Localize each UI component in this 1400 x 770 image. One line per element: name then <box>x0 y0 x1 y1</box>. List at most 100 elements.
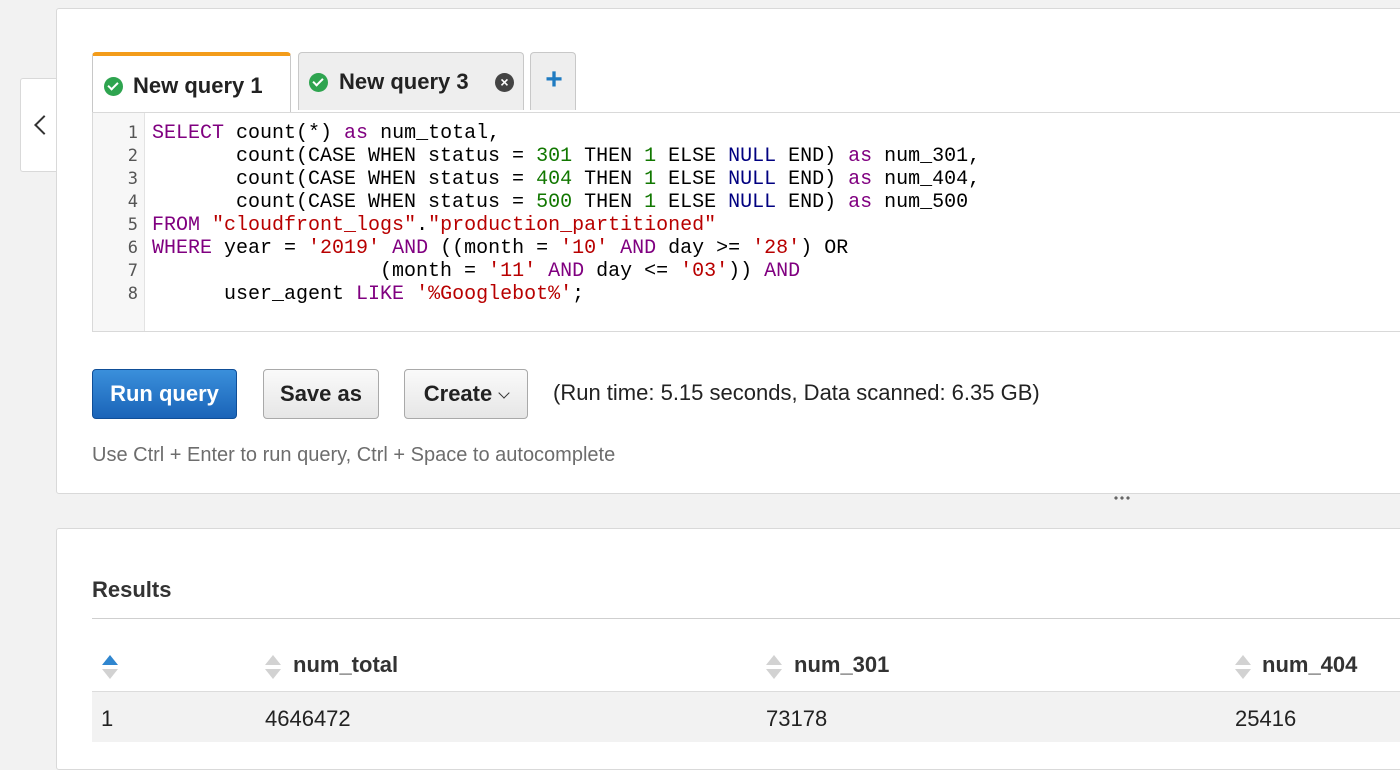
sql-editor[interactable]: 1 2 3 4 5 6 7 8 SELECT count(*) as num_total, c… <box>92 112 1400 332</box>
line-number: 6 <box>127 238 138 258</box>
code-token: 1 <box>644 168 657 191</box>
column-header-num-301[interactable]: num_301 <box>794 652 889 678</box>
code-token: '03' <box>680 260 729 283</box>
code-token: ) OR <box>800 237 849 260</box>
close-tab-icon[interactable]: × <box>495 73 514 92</box>
code-token: '11' <box>488 260 537 283</box>
line-number-gutter: 1 2 3 4 5 6 7 8 <box>93 113 145 331</box>
code-line: user_agent LIKE '%Googlebot%'; <box>152 283 980 306</box>
code-token: 1 <box>644 191 657 214</box>
chevron-down-icon <box>498 387 510 399</box>
code-token: 500 <box>536 191 573 214</box>
code-token: ELSE <box>656 168 729 191</box>
table-cell-row-number: 1 <box>101 706 114 731</box>
code-token: count(CASE WHEN status = <box>152 168 537 191</box>
table-cell-num-total: 4646472 <box>265 706 351 731</box>
sort-icon[interactable] <box>265 655 281 681</box>
code-token: 404 <box>536 168 573 191</box>
code-token: END) <box>776 145 849 168</box>
resize-handle-icon[interactable] <box>1113 496 1131 500</box>
tab-new-query-3[interactable]: New query 3 × <box>298 52 524 110</box>
line-number: 1 <box>127 123 138 143</box>
check-circle-icon <box>104 77 123 96</box>
code-token: count(CASE WHEN status = <box>152 191 537 214</box>
code-token: "production_partitioned" <box>428 214 717 237</box>
code-token: '28' <box>752 237 801 260</box>
new-tab-button[interactable]: + <box>530 52 576 110</box>
line-number: 4 <box>127 192 138 212</box>
tab-label: New query 3 <box>339 69 469 94</box>
line-number: 7 <box>127 261 138 281</box>
code-token: ; <box>572 283 585 306</box>
chevron-left-icon <box>34 115 54 135</box>
code-line: count(CASE WHEN status = 500 THEN 1 ELSE… <box>152 191 980 214</box>
create-button-label: Create <box>423 381 493 406</box>
sort-icon[interactable] <box>766 655 782 681</box>
save-as-button[interactable]: Save as <box>263 369 379 419</box>
code-token: "cloudfront_logs" <box>212 214 417 237</box>
sql-code[interactable]: SELECT count(*) as num_total, count(CASE… <box>152 122 980 306</box>
code-token: THEN <box>572 168 645 191</box>
collapse-sidebar-button[interactable] <box>20 78 57 172</box>
code-token: as <box>344 122 369 145</box>
code-token: LIKE <box>356 283 405 306</box>
code-token: THEN <box>572 145 645 168</box>
code-token: NULL <box>728 191 777 214</box>
code-token: WHERE <box>152 237 213 260</box>
code-token: num_500 <box>872 191 969 214</box>
sort-icon[interactable] <box>1235 655 1251 681</box>
code-token: user_agent <box>152 283 357 306</box>
code-token: AND <box>548 260 585 283</box>
tab-new-query-1[interactable]: New query 1 <box>92 52 291 114</box>
create-dropdown-button[interactable]: Create <box>404 369 528 419</box>
column-header-num-404[interactable]: num_404 <box>1262 652 1357 678</box>
column-header-num-total[interactable]: num_total <box>293 652 398 678</box>
run-query-button[interactable]: Run query <box>92 369 237 419</box>
code-line: count(CASE WHEN status = 301 THEN 1 ELSE… <box>152 145 980 168</box>
code-token: SELECT <box>152 122 225 145</box>
code-token: ELSE <box>656 191 729 214</box>
code-token: 301 <box>536 145 573 168</box>
code-token: as <box>848 145 873 168</box>
table-cell-num-301: 73178 <box>766 706 828 731</box>
code-token: num_301, <box>872 145 981 168</box>
sort-icon[interactable] <box>102 655 118 681</box>
line-number: 5 <box>127 215 138 235</box>
code-line: SELECT count(*) as num_total, <box>152 122 980 145</box>
code-token: 1 <box>644 145 657 168</box>
results-divider <box>92 618 1400 619</box>
check-circle-icon <box>309 73 328 92</box>
code-token: day >= <box>656 237 753 260</box>
code-token: '%Googlebot%' <box>416 283 573 306</box>
code-token: count(*) <box>224 122 345 145</box>
code-token: THEN <box>572 191 645 214</box>
code-token: '2019' <box>308 237 381 260</box>
code-token: ELSE <box>656 145 729 168</box>
code-token: NULL <box>728 145 777 168</box>
line-number: 3 <box>127 169 138 189</box>
code-token: '10' <box>560 237 609 260</box>
keyboard-hint: Use Ctrl + Enter to run query, Ctrl + Sp… <box>92 444 616 466</box>
line-number: 8 <box>127 284 138 304</box>
line-number: 2 <box>127 146 138 166</box>
run-info-text: (Run time: 5.15 seconds, Data scanned: 6… <box>553 380 1040 405</box>
code-line: count(CASE WHEN status = 404 THEN 1 ELSE… <box>152 168 980 191</box>
code-token: as <box>848 191 873 214</box>
table-cell-num-404: 25416 <box>1235 706 1297 731</box>
code-token: END) <box>776 191 849 214</box>
code-token: count(CASE WHEN status = <box>152 145 537 168</box>
code-token: year = <box>212 237 309 260</box>
results-title: Results <box>92 577 172 602</box>
code-token: ((month = <box>428 237 561 260</box>
code-token: . <box>416 214 429 237</box>
tab-label: New query 1 <box>133 73 263 98</box>
code-line: FROM "cloudfront_logs"."production_parti… <box>152 214 980 237</box>
code-token: AND <box>392 237 429 260</box>
code-token: NULL <box>728 168 777 191</box>
code-line: WHERE year = '2019' AND ((month = '10' A… <box>152 237 980 260</box>
